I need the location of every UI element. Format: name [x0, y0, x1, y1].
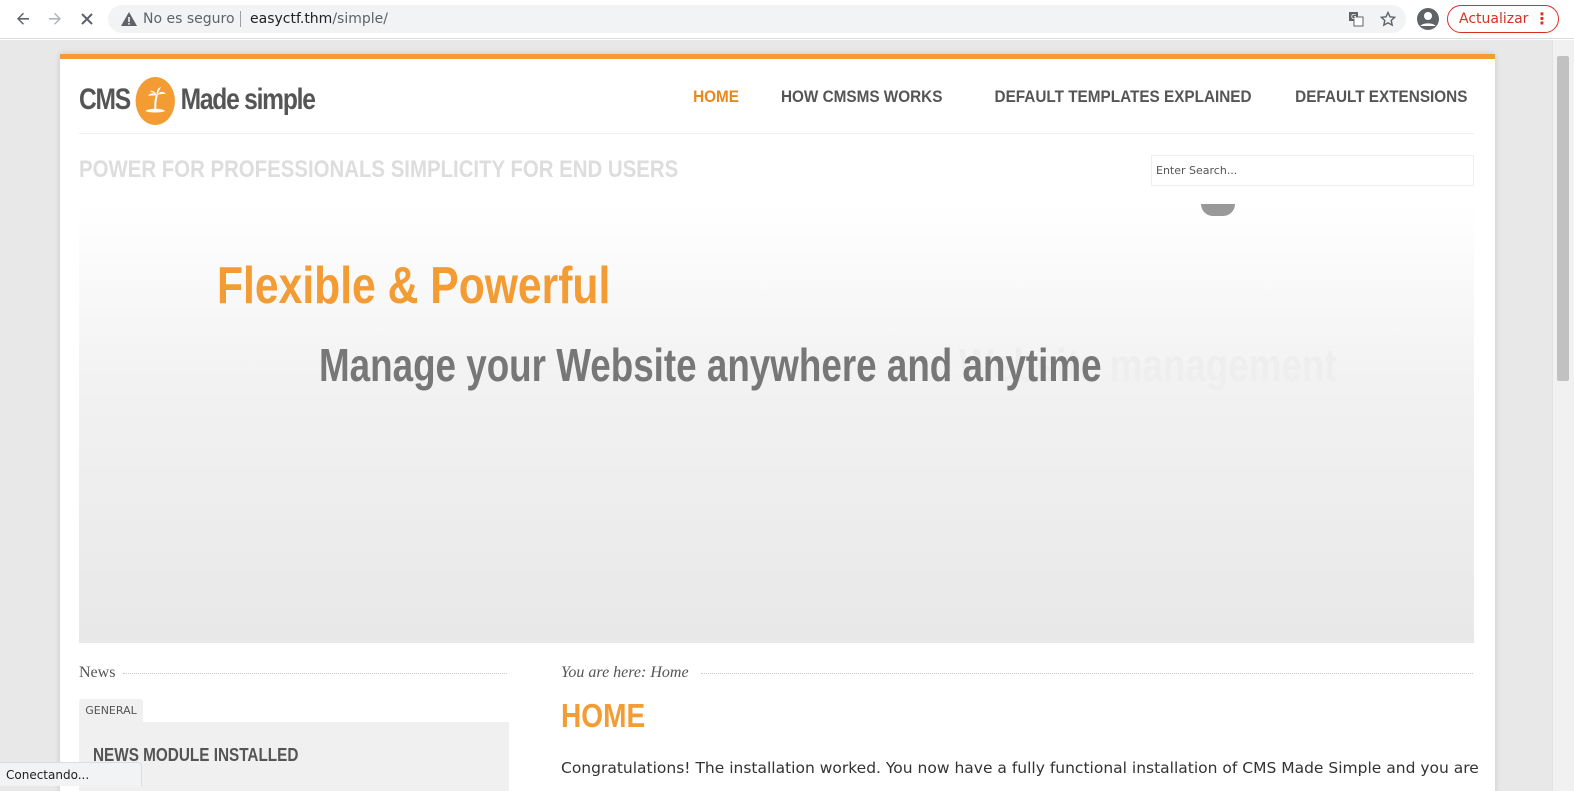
update-label: Actualizar: [1459, 11, 1529, 27]
palm-island-icon: [135, 77, 175, 125]
update-button[interactable]: Actualizar ⋮: [1447, 5, 1559, 33]
breadcrumb-rule: [701, 673, 1473, 674]
news-heading-rule: [123, 673, 507, 674]
logo-wordmark: CMS Made simple: [79, 77, 316, 125]
arrow-left-icon: [17, 12, 29, 25]
security-label[interactable]: No es seguro: [143, 11, 235, 27]
news-heading: News: [79, 664, 122, 681]
site-logo[interactable]: CMS Made simple: [79, 76, 366, 126]
site-slogan: POWER FOR PROFESSIONALS SIMPLICITY FOR E…: [79, 156, 679, 183]
nav-home[interactable]: HOME: [693, 87, 739, 107]
page-title: HOME: [561, 697, 646, 734]
svg-text:G: G: [1351, 13, 1356, 21]
vertical-scrollbar[interactable]: [1552, 40, 1574, 791]
news-section-header: News: [79, 662, 509, 684]
logo-text-right: Made simple: [180, 82, 316, 116]
close-icon: [81, 13, 93, 25]
profile-button[interactable]: [1416, 7, 1440, 31]
back-button[interactable]: [11, 7, 35, 31]
breadcrumb: You are here: Home: [561, 662, 1475, 684]
more-menu-icon[interactable]: ⋮: [1534, 10, 1550, 28]
star-icon[interactable]: [1378, 9, 1398, 29]
breadcrumb-text: You are here: Home: [561, 664, 699, 681]
banner-subtitle: Manage your Website anywhere and anytime: [319, 339, 1102, 391]
translate-icon[interactable]: G: [1346, 9, 1366, 29]
site-page: CMS Made simple HOME HOW CMSMS WORKS DEF…: [60, 54, 1495, 791]
stop-loading-button[interactable]: [75, 7, 99, 31]
status-bubble: Conectando...: [0, 762, 142, 786]
scrollbar-thumb[interactable]: [1557, 56, 1569, 381]
nav-how-cmsms-works[interactable]: HOW CMSMS WORKS: [781, 87, 942, 107]
banner-pointer: [1201, 204, 1235, 216]
omnibox-separator: [240, 11, 241, 27]
warning-icon: [121, 12, 137, 26]
page-intro-text: Congratulations! The installation worked…: [561, 759, 1479, 777]
news-tab-general[interactable]: GENERAL: [79, 699, 143, 722]
account-icon: [1417, 8, 1439, 30]
forward-button[interactable]: [43, 7, 67, 31]
page-viewport: CMS Made simple HOME HOW CMSMS WORKS DEF…: [0, 40, 1552, 791]
nav-default-extensions[interactable]: DEFAULT EXTENSIONS: [1295, 87, 1467, 107]
url-path: /simple/: [332, 11, 388, 27]
main-navigation: HOME HOW CMSMS WORKS DEFAULT TEMPLATES E…: [664, 87, 1467, 107]
address-bar[interactable]: No es seguro easyctf.thm/simple/ G: [108, 5, 1406, 33]
banner-title: Flexible & Powerful: [217, 257, 611, 315]
header-divider: [79, 133, 1474, 134]
url-text[interactable]: easyctf.thm/simple/: [250, 11, 388, 27]
arrow-right-icon: [49, 12, 61, 25]
news-item: NEWS MODULE INSTALLED: [79, 722, 509, 791]
nav-default-templates-explained[interactable]: DEFAULT TEMPLATES EXPLAINED: [995, 87, 1252, 107]
logo-text-left: CMS: [79, 82, 131, 116]
url-host: easyctf.thm: [250, 11, 333, 27]
browser-toolbar: No es seguro easyctf.thm/simple/ G Actua…: [0, 0, 1574, 39]
hero-banner: Website management Flexible & Powerful M…: [79, 204, 1474, 643]
search-input[interactable]: [1151, 155, 1474, 186]
